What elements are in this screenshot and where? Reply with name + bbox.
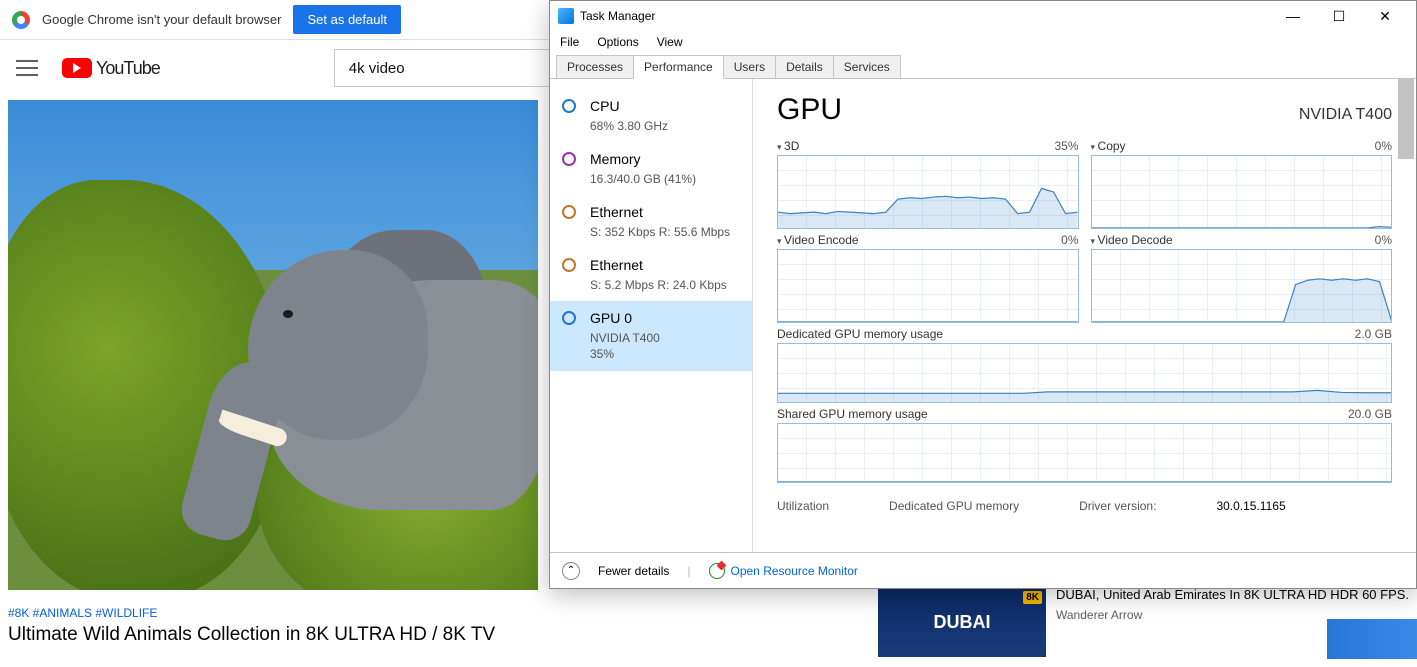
sidebar-item-gpu[interactable]: GPU 0 NVIDIA T400 35% bbox=[550, 301, 752, 370]
detail-model: NVIDIA T400 bbox=[1299, 106, 1392, 124]
fewer-details-icon[interactable]: ⌃ bbox=[562, 562, 580, 580]
graph-video-decode bbox=[1091, 249, 1393, 323]
search-input-value: 4k video bbox=[349, 60, 405, 77]
sidebar-item-cpu[interactable]: CPU 68% 3.80 GHz bbox=[550, 89, 752, 142]
panel-copy-label[interactable]: Copy bbox=[1091, 139, 1126, 153]
panel-dmem-label: Dedicated GPU memory usage bbox=[777, 327, 943, 341]
panel-shared-memory: Shared GPU memory usage 20.0 GB bbox=[777, 407, 1392, 483]
close-button[interactable]: ✕ bbox=[1362, 1, 1408, 31]
fewer-details-button[interactable]: Fewer details bbox=[598, 564, 669, 578]
eth1-sub: S: 352 Kbps R: 55.6 Mbps bbox=[590, 224, 730, 240]
panel-vdec-label[interactable]: Video Decode bbox=[1091, 233, 1173, 247]
stat-driver-value: 30.0.15.1165 bbox=[1216, 499, 1285, 513]
maximize-button[interactable]: ☐ bbox=[1316, 1, 1362, 31]
scrollbar[interactable] bbox=[1398, 79, 1414, 552]
tab-performance[interactable]: Performance bbox=[633, 55, 724, 79]
menu-options[interactable]: Options bbox=[597, 35, 638, 49]
panel-smem-value: 20.0 GB bbox=[1348, 407, 1392, 421]
memory-ring-icon bbox=[562, 152, 576, 166]
menu-bar: File Options View bbox=[550, 31, 1416, 53]
gpu-label: GPU 0 bbox=[590, 309, 660, 328]
cpu-sub: 68% 3.80 GHz bbox=[590, 118, 668, 134]
panel-3d: 3D 35% bbox=[777, 139, 1079, 229]
memory-sub: 16.3/40.0 GB (41%) bbox=[590, 171, 696, 187]
windows-taskbar[interactable] bbox=[1327, 619, 1417, 659]
graph-shared-memory bbox=[777, 423, 1392, 483]
panel-dedicated-memory: Dedicated GPU memory usage 2.0 GB bbox=[777, 327, 1392, 403]
panel-copy-value: 0% bbox=[1375, 139, 1392, 153]
task-manager-footer: ⌃ Fewer details | Open Resource Monitor bbox=[550, 552, 1416, 588]
related-thumbnail: 8K DUBAI bbox=[878, 587, 1046, 657]
sidebar-item-memory[interactable]: Memory 16.3/40.0 GB (41%) bbox=[550, 142, 752, 195]
tab-strip: Processes Performance Users Details Serv… bbox=[550, 53, 1416, 79]
resource-monitor-label: Open Resource Monitor bbox=[731, 564, 858, 578]
panel-3d-value: 35% bbox=[1054, 139, 1078, 153]
panel-copy: Copy 0% bbox=[1091, 139, 1393, 229]
elephant-image bbox=[228, 240, 538, 540]
youtube-logo-text: YouTube bbox=[96, 58, 160, 79]
tab-services[interactable]: Services bbox=[833, 55, 901, 78]
graph-3d bbox=[777, 155, 1079, 229]
panel-3d-label[interactable]: 3D bbox=[777, 139, 799, 153]
stat-dmem-label: Dedicated GPU memory bbox=[889, 499, 1019, 513]
tab-processes[interactable]: Processes bbox=[556, 55, 634, 78]
graph-copy bbox=[1091, 155, 1393, 229]
titlebar[interactable]: Task Manager ― ☐ ✕ bbox=[550, 1, 1416, 31]
minimize-button[interactable]: ― bbox=[1270, 1, 1316, 31]
video-player[interactable] bbox=[8, 100, 538, 590]
default-notice-text: Google Chrome isn't your default browser bbox=[42, 12, 281, 27]
eth1-label: Ethernet bbox=[590, 203, 730, 222]
panel-smem-label: Shared GPU memory usage bbox=[777, 407, 928, 421]
menu-file[interactable]: File bbox=[560, 35, 579, 49]
sidebar-item-ethernet-1[interactable]: Ethernet S: 352 Kbps R: 55.6 Mbps bbox=[550, 195, 752, 248]
tab-details[interactable]: Details bbox=[775, 55, 834, 78]
window-title: Task Manager bbox=[580, 9, 655, 23]
panel-vdec-value: 0% bbox=[1375, 233, 1392, 247]
ethernet-ring-icon bbox=[562, 258, 576, 272]
panel-venc-label[interactable]: Video Encode bbox=[777, 233, 859, 247]
badge-8k: 8K bbox=[1023, 591, 1042, 604]
eth2-label: Ethernet bbox=[590, 256, 727, 275]
gpu-stats-row: Utilization Dedicated GPU memory Driver … bbox=[777, 499, 1392, 513]
task-manager-icon bbox=[558, 8, 574, 24]
gpu-model: NVIDIA T400 bbox=[590, 330, 660, 346]
menu-icon[interactable] bbox=[16, 60, 38, 76]
sidebar-item-ethernet-2[interactable]: Ethernet S: 5.2 Mbps R: 24.0 Kbps bbox=[550, 248, 752, 301]
graph-dedicated-memory bbox=[777, 343, 1392, 403]
cpu-ring-icon bbox=[562, 99, 576, 113]
set-default-button[interactable]: Set as default bbox=[293, 5, 401, 34]
detail-title: GPU bbox=[777, 93, 842, 127]
menu-view[interactable]: View bbox=[657, 35, 683, 49]
panel-venc-value: 0% bbox=[1061, 233, 1078, 247]
resource-monitor-icon bbox=[709, 563, 725, 579]
memory-label: Memory bbox=[590, 150, 696, 169]
youtube-play-icon bbox=[62, 58, 92, 78]
related-title: DUBAI, United Arab Emirates In 8K ULTRA … bbox=[1056, 587, 1409, 604]
graph-video-encode bbox=[777, 249, 1079, 323]
performance-sidebar: CPU 68% 3.80 GHz Memory 16.3/40.0 GB (41… bbox=[550, 79, 752, 552]
gpu-detail-pane: GPU NVIDIA T400 3D 35% Copy 0% Video Encod… bbox=[752, 79, 1416, 552]
youtube-logo[interactable]: YouTube bbox=[62, 58, 160, 79]
cpu-label: CPU bbox=[590, 97, 668, 116]
eth2-sub: S: 5.2 Mbps R: 24.0 Kbps bbox=[590, 277, 727, 293]
chrome-icon bbox=[12, 11, 30, 29]
panel-dmem-value: 2.0 GB bbox=[1355, 327, 1392, 341]
gpu-pct: 35% bbox=[590, 346, 660, 362]
stat-driver-label: Driver version: bbox=[1079, 499, 1156, 513]
open-resource-monitor-link[interactable]: Open Resource Monitor bbox=[709, 563, 858, 579]
ethernet-ring-icon bbox=[562, 205, 576, 219]
tab-users[interactable]: Users bbox=[723, 55, 776, 78]
stat-utilization-label: Utilization bbox=[777, 499, 829, 513]
panel-video-decode: Video Decode 0% bbox=[1091, 233, 1393, 323]
gpu-ring-icon bbox=[562, 311, 576, 325]
panel-video-encode: Video Encode 0% bbox=[777, 233, 1079, 323]
thumb-caption: DUBAI bbox=[934, 612, 991, 633]
task-manager-window: Task Manager ― ☐ ✕ File Options View Pro… bbox=[549, 0, 1417, 589]
